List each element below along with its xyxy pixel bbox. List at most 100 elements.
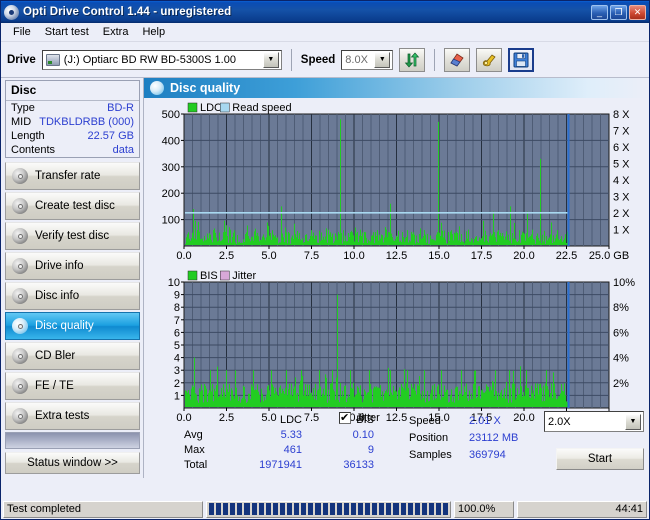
disc-icon [12,378,28,394]
sidebar-item-create-test-disc[interactable]: Create test disc [5,192,140,220]
disc-info-header: Disc [6,81,139,101]
sidebar-item-transfer-rate[interactable]: Transfer rate [5,162,140,190]
progress-bar [206,500,451,518]
sidebar-nav: Transfer rate Create test disc Verify te… [5,162,140,432]
sidebar-item-disc-info[interactable]: Disc info [5,282,140,310]
sidebar-item-disc-quality[interactable]: Disc quality [5,312,140,340]
status-window-button[interactable]: Status window >> [5,452,140,474]
progress-segment [407,503,413,515]
menu-extra[interactable]: Extra [97,24,137,41]
row-label-total: Total [184,458,208,471]
chevron-down-icon[interactable]: ▼ [262,51,279,68]
chevron-down-icon[interactable]: ▼ [374,51,391,68]
close-button[interactable]: ✕ [629,4,646,20]
disc-type-value: BD-R [107,102,134,114]
progress-segment [230,503,236,515]
max-ldc-value: 461 [283,443,302,456]
sidebar-item-label: Drive info [35,260,84,272]
sidebar-item-label: Extra tests [35,410,90,422]
chevron-down-icon[interactable]: ▼ [625,413,641,430]
table-row: Total 1971941 36133 [184,457,380,472]
row-label-max: Max [184,443,205,456]
svg-text:0.0: 0.0 [176,250,191,262]
sidebar-item-verify-test-disc[interactable]: Verify test disc [5,222,140,250]
svg-text:2 X: 2 X [613,208,630,220]
sidebar-item-fe-te[interactable]: FE / TE [5,372,140,400]
test-speed-select[interactable]: 2.0X ▼ [544,411,644,432]
progress-segment [244,503,250,515]
progress-segment [365,503,371,515]
refresh-button[interactable] [399,47,426,72]
disc-row-contents: Contents data [6,143,139,157]
total-ldc-value: 1971941 [259,458,302,471]
progress-segment [279,503,286,515]
readout-label-position: Position [409,431,449,444]
progress-segment [386,503,392,515]
application-window: Opti Drive Control 1.44 - unregistered _… [0,0,650,520]
max-bis-value: 9 [367,443,374,456]
menu-file[interactable]: File [7,24,39,41]
menu-help[interactable]: Help [136,24,173,41]
svg-text:22.5: 22.5 [556,250,577,262]
svg-text:8%: 8% [613,302,629,314]
drive-label: Drive [7,53,36,66]
sidebar-item-extra-tests[interactable]: Extra tests [5,402,140,430]
start-button[interactable]: Start [556,448,644,470]
status-bar: Test completed 100.0% 44:41 [1,499,649,519]
speed-select[interactable]: 8.0X ▼ [341,49,394,70]
sidebar-item-label: Transfer rate [35,170,101,182]
svg-text:8: 8 [174,302,180,314]
progress-bar-fill [209,503,449,516]
disc-icon [12,198,28,214]
progress-segment [393,503,399,515]
disc-quality-icon [150,81,164,95]
progress-segment [336,503,342,515]
progress-segment [294,503,300,515]
bis-chart[interactable]: BIS Jitter123456789102%4%6%8%10%0.0 2.5 5.0… [144,266,649,428]
table-row: Position 23112 MB [409,429,541,446]
readout-label-samples: Samples [409,448,452,461]
disc-contents-value: data [112,144,134,156]
window-title: Opti Drive Control 1.44 - unregistered [23,6,232,18]
svg-text:BIS: BIS [200,270,218,282]
menu-start-test[interactable]: Start test [39,24,97,41]
floppy-save-icon [513,52,529,67]
progress-segment [223,503,229,515]
svg-text:LDC: LDC [200,102,222,114]
svg-text:300: 300 [162,162,180,174]
sidebar-item-label: FE / TE [35,380,74,392]
drive-select[interactable]: (J:) Optiarc BD RW BD-5300S 1.00 ▼ [41,49,282,70]
speed-select-value: 8.0X [345,53,368,66]
svg-text:4: 4 [174,353,180,365]
sidebar-item-drive-info[interactable]: Drive info [5,252,140,280]
readout-value-speed: 2.01 X [469,414,501,427]
svg-text:100: 100 [162,215,180,227]
jitter-toggle[interactable]: Jitter [339,411,380,424]
disc-row-length: Length 22.57 GB [6,129,139,143]
svg-text:5 X: 5 X [613,159,630,171]
disc-contents-label: Contents [11,144,56,156]
minimize-button[interactable]: _ [591,4,608,20]
row-label-avg: Avg [184,428,203,441]
table-row: Avg 5.33 0.10 [184,427,380,442]
progress-segment [322,503,328,515]
progress-segment [258,503,264,515]
main-body: Disc Type BD-R MID TDKBLDRBB (000) Lengt… [1,78,649,478]
table-row: Max 461 9 [184,442,380,457]
jitter-checkbox[interactable] [339,411,351,424]
tools-button[interactable] [476,47,503,72]
ldc-chart[interactable]: LDC Read speed 100 200 300 400 500 1 X 2 X 3 X 4 X… [144,98,649,266]
sidebar-item-cd-bler[interactable]: CD Bler [5,342,140,370]
gold-tools-icon [483,53,496,66]
progress-segment [209,503,215,515]
progress-segment [343,503,349,515]
menu-bar: File Start test Extra Help [1,23,649,42]
erase-button[interactable] [444,47,471,72]
save-button[interactable] [508,47,535,72]
maximize-button[interactable]: ❐ [610,4,627,20]
jitter-checkbox-label: Jitter [356,412,380,424]
svg-text:10%: 10% [613,277,635,289]
disc-info-box: Disc Type BD-R MID TDKBLDRBB (000) Lengt… [5,80,140,158]
disc-length-value: 22.57 GB [87,130,134,142]
svg-text:500: 500 [162,109,180,121]
